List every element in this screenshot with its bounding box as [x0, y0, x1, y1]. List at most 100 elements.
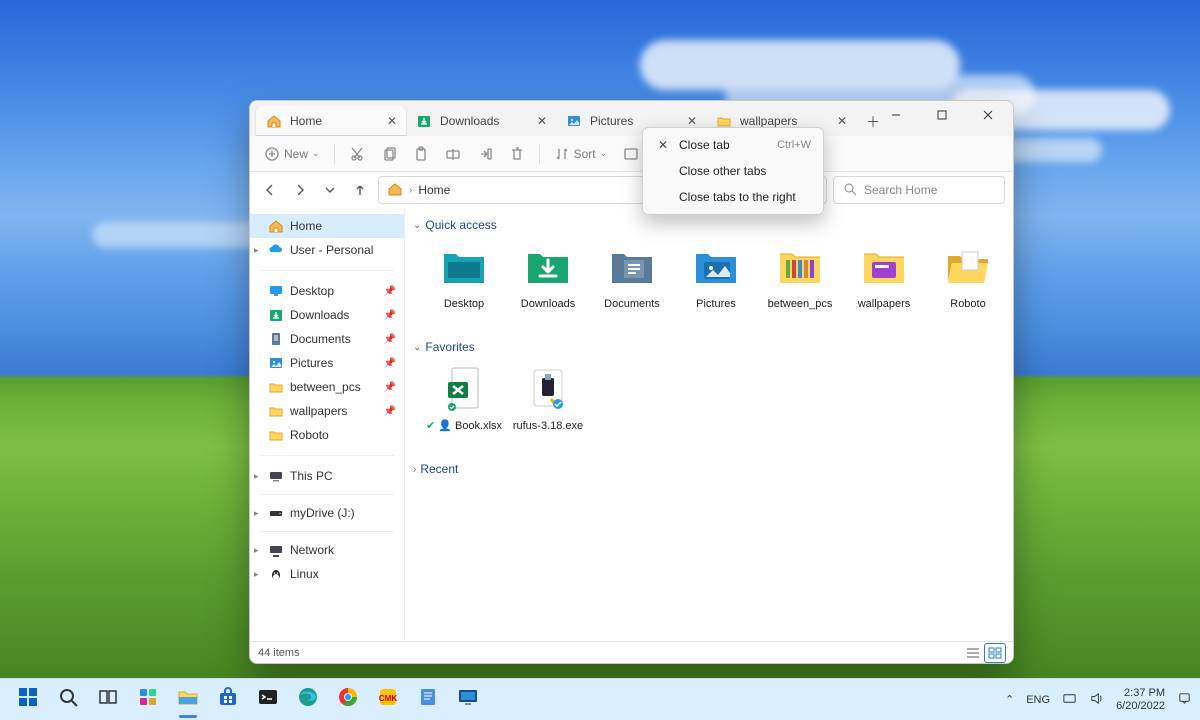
sidebar-item-mydrive-j-[interactable]: ▸ myDrive (J:)	[250, 501, 404, 525]
chevron-right-icon: ›	[409, 185, 412, 196]
item-pictures[interactable]: Pictures	[677, 238, 755, 328]
taskbar-chrome[interactable]	[328, 680, 368, 720]
taskbar-search[interactable]	[48, 680, 88, 720]
nav-recent-button[interactable]	[318, 176, 342, 204]
tray-network-icon[interactable]	[1062, 691, 1077, 709]
sidebar-item-desktop[interactable]: Desktop📌	[250, 279, 404, 303]
sidebar-item-linux[interactable]: ▸ Linux	[250, 562, 404, 586]
chevron-right-icon: ›	[413, 464, 416, 475]
chevron-right-icon[interactable]: ▸	[254, 569, 259, 580]
nav-back-button[interactable]	[258, 176, 282, 204]
taskbar-edge[interactable]	[288, 680, 328, 720]
excel-icon	[436, 360, 492, 416]
pin-icon: 📌	[384, 406, 396, 417]
sidebar-item-wallpapers[interactable]: wallpapers📌	[250, 399, 404, 423]
tray-volume-icon[interactable]	[1089, 691, 1104, 709]
minimize-button[interactable]	[873, 101, 919, 129]
section-header-quick-access[interactable]: ⌄Quick access	[411, 214, 1011, 236]
chevron-right-icon[interactable]: ▸	[254, 471, 259, 482]
pin-icon: 📌	[384, 358, 396, 369]
notes-icon	[417, 686, 439, 713]
item-book-xlsx[interactable]: ✔ 👤 Book.xlsx	[425, 360, 503, 450]
ctx-close-other-tabs[interactable]: Close other tabs	[647, 158, 819, 184]
tab-downloads[interactable]: Downloads ✕	[406, 106, 556, 136]
new-button[interactable]: New ⌄	[258, 140, 326, 168]
tray-notifications-icon[interactable]	[1177, 691, 1192, 709]
navigation-row: › Home Search Home	[250, 172, 1013, 208]
rename-button[interactable]	[439, 140, 467, 168]
tab-close-icon[interactable]: ✕	[384, 113, 400, 129]
search-box[interactable]: Search Home	[833, 176, 1005, 204]
sidebar-item-label: Linux	[290, 567, 319, 581]
home-icon	[266, 113, 282, 129]
sidebar-item-label: Downloads	[290, 308, 349, 322]
sidebar-item-this-pc[interactable]: ▸This PC	[250, 464, 404, 488]
sidebar-item-downloads[interactable]: Downloads📌	[250, 303, 404, 327]
taskbar-screen[interactable]	[448, 680, 488, 720]
ctx-close-tab[interactable]: ✕ Close tab Ctrl+W	[647, 132, 819, 158]
sidebar-item-user-personal[interactable]: ▸User - Personal	[250, 238, 404, 262]
item-desktop[interactable]: Desktop	[425, 238, 503, 328]
nav-up-button[interactable]	[348, 176, 372, 204]
tray-chevron-up-icon[interactable]: ⌃	[1005, 693, 1014, 706]
share-button[interactable]	[471, 140, 499, 168]
tab-close-icon[interactable]: ✕	[534, 113, 550, 129]
chevron-right-icon[interactable]: ▸	[254, 545, 259, 556]
taskbar-taskview[interactable]	[88, 680, 128, 720]
section-header-favorites[interactable]: ⌄Favorites	[411, 336, 1011, 358]
sidebar-item-roboto[interactable]: Roboto	[250, 423, 404, 447]
sidebar-item-pictures[interactable]: Pictures📌	[250, 351, 404, 375]
section-header-recent[interactable]: ›Recent	[411, 458, 1011, 480]
section-title: Quick access	[425, 218, 496, 232]
taskbar-cmk[interactable]: CMK	[368, 680, 408, 720]
item-rufus-3-18-exe[interactable]: rufus-3.18.exe	[509, 360, 587, 450]
tray-clock[interactable]: 2:37 PM 6/20/2022	[1116, 687, 1165, 712]
tray-language[interactable]: ENG	[1026, 694, 1050, 706]
tab-label: wallpapers	[740, 114, 834, 128]
section-grid: ✔ 👤 Book.xlsx rufus-3.18.exe	[411, 358, 1011, 458]
taskbar-widgets[interactable]	[128, 680, 168, 720]
tab-home[interactable]: Home ✕	[256, 106, 406, 136]
close-window-button[interactable]	[965, 101, 1011, 129]
tab-context-menu: ✕ Close tab Ctrl+W Close other tabs Clos…	[642, 127, 824, 215]
details-view-button[interactable]	[963, 644, 983, 662]
sidebar-item-documents[interactable]: Documents📌	[250, 327, 404, 351]
start-icon	[17, 686, 39, 713]
taskbar-store[interactable]	[208, 680, 248, 720]
item-documents[interactable]: Documents	[593, 238, 671, 328]
item-label: wallpapers	[858, 298, 911, 311]
item-between-pcs[interactable]: between_pcs	[761, 238, 839, 328]
thumbnails-view-button[interactable]	[985, 644, 1005, 662]
documents-big-icon	[604, 238, 660, 294]
breadcrumb-segment[interactable]: Home	[418, 183, 450, 197]
sidebar-item-between-pcs[interactable]: between_pcs📌	[250, 375, 404, 399]
item-roboto[interactable]: Roboto	[929, 238, 1007, 328]
section-title: Favorites	[425, 340, 474, 354]
sidebar-item-label: myDrive (J:)	[290, 506, 355, 520]
nav-forward-button[interactable]	[288, 176, 312, 204]
svg-text:CMK: CMK	[379, 694, 397, 703]
ctx-label: Close other tabs	[679, 164, 766, 178]
taskbar-notes[interactable]	[408, 680, 448, 720]
chevron-right-icon[interactable]: ▸	[254, 508, 259, 519]
chevron-right-icon[interactable]: ▸	[254, 245, 259, 256]
copy-button[interactable]	[375, 140, 403, 168]
taskbar-terminal[interactable]	[248, 680, 288, 720]
sort-button[interactable]: Sort ⌄	[548, 140, 614, 168]
delete-button[interactable]	[503, 140, 531, 168]
sidebar-item-network[interactable]: ▸ Network	[250, 538, 404, 562]
pin-icon: 📌	[384, 286, 396, 297]
download-icon	[416, 113, 432, 129]
paste-button[interactable]	[407, 140, 435, 168]
maximize-button[interactable]	[919, 101, 965, 129]
desktop-icon	[268, 283, 284, 299]
item-wallpapers[interactable]: wallpapers	[845, 238, 923, 328]
item-downloads[interactable]: Downloads	[509, 238, 587, 328]
taskbar-start[interactable]	[8, 680, 48, 720]
sidebar-item-home[interactable]: Home	[250, 214, 404, 238]
taskbar-explorer[interactable]	[168, 680, 208, 720]
ctx-close-tabs-right[interactable]: Close tabs to the right	[647, 184, 819, 210]
cut-button[interactable]	[343, 140, 371, 168]
sidebar-item-label: Network	[290, 543, 334, 557]
tab-close-icon[interactable]: ✕	[834, 113, 850, 129]
